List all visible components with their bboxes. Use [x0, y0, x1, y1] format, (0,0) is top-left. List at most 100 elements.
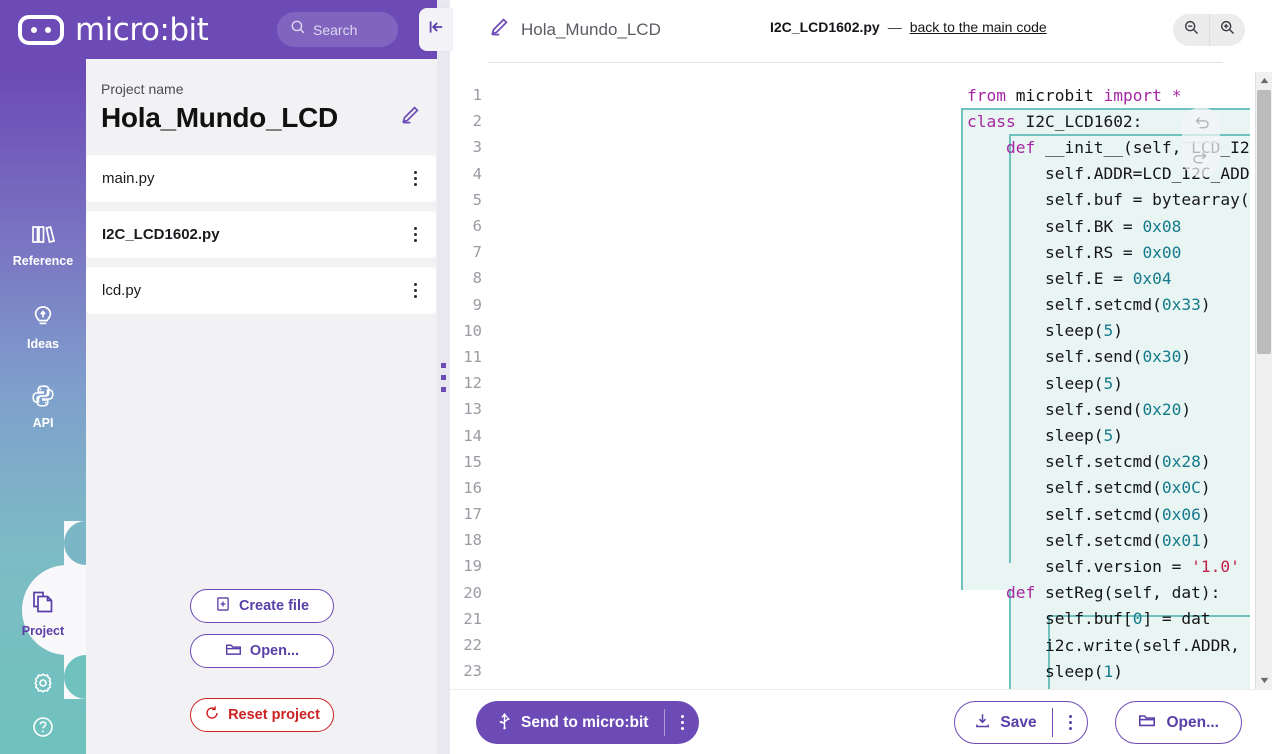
code-text: sleep(5)	[967, 426, 1123, 446]
code-text: self.setcmd(0x28)	[967, 452, 1211, 472]
code-line[interactable]: 8 self.E = 0x04	[440, 265, 1250, 291]
code-line[interactable]: 13 self.send(0x20)	[440, 396, 1250, 422]
button-label: Open...	[249, 643, 300, 659]
collapse-left-icon	[426, 18, 446, 41]
code-line[interactable]: 2 class I2C_LCD1602:	[440, 108, 1250, 134]
code-line[interactable]: 21 self.buf[0] = dat	[440, 606, 1250, 632]
code-text: self.setcmd(0x33)	[967, 295, 1211, 315]
microbit-python-editor: Reference Ideas API Project Project name…	[0, 0, 1282, 754]
code-text: self.RS = 0x00	[967, 242, 1182, 262]
code-text: def setReg(self, dat):	[1005, 583, 1221, 603]
code-line[interactable]: 20 def setReg(self, dat):	[440, 580, 1250, 606]
code-line[interactable]: 16 self.setcmd(0x0C)	[440, 475, 1250, 501]
code-line[interactable]: 10 sleep(5)	[440, 318, 1250, 344]
breadcrumb-separator: —	[887, 19, 902, 35]
pencil-icon[interactable]	[488, 16, 510, 43]
kebab-menu-icon[interactable]	[402, 276, 428, 306]
settings-button[interactable]	[0, 671, 86, 698]
reset-project-button[interactable]: Reset project	[190, 698, 334, 732]
code-line[interactable]: 15 self.setcmd(0x28)	[440, 449, 1250, 475]
editor-column: Hola_Mundo_LCD I2C_LCD1602.py — back to …	[440, 0, 1272, 754]
file-name: I2C_LCD1602.py	[102, 226, 220, 243]
code-text: self.send(0x20)	[967, 399, 1192, 419]
redo-button[interactable]	[1182, 142, 1220, 177]
open-label: Open...	[1166, 713, 1219, 731]
code-line[interactable]: 22 i2c.write(self.ADDR, self.buf)	[440, 632, 1250, 658]
list-item[interactable]: main.py	[86, 155, 436, 202]
search-placeholder: Search	[313, 21, 358, 38]
code-text: self.setcmd(0x01)	[967, 530, 1211, 550]
editor-scrollbar[interactable]	[1255, 72, 1272, 689]
button-label: Create file	[238, 598, 310, 614]
undo-button[interactable]	[1182, 107, 1220, 142]
download-icon	[974, 712, 991, 734]
sidebar-item-project[interactable]: Project	[0, 589, 86, 638]
sidebar-item-label: Reference	[12, 254, 74, 268]
code-line[interactable]: 5 self.buf = bytearray(1)	[440, 187, 1250, 213]
code-text: self.send(0x30)	[967, 347, 1192, 367]
open-button[interactable]: Open...	[1115, 701, 1242, 744]
sidebar-item-reference[interactable]: Reference	[0, 223, 86, 268]
collapse-sidebar-button[interactable]	[419, 8, 453, 51]
kebab-menu-icon[interactable]	[402, 220, 428, 250]
code-line[interactable]: 19 self.version = '1.0'	[440, 553, 1250, 579]
edit-project-name-button[interactable]	[395, 100, 425, 135]
editor-open-file: I2C_LCD1602.py	[770, 19, 880, 35]
brand-name: micro:bit	[75, 11, 209, 48]
file-list: main.py I2C_LCD1602.py lcd.py	[86, 155, 440, 323]
zoom-out-button[interactable]	[1173, 14, 1209, 46]
code-line[interactable]: 14 sleep(5)	[440, 422, 1250, 448]
code-line[interactable]: 4 self.ADDR=LCD_I2C_ADDR	[440, 161, 1250, 187]
list-item[interactable]: I2C_LCD1602.py	[86, 211, 436, 258]
project-name-value: Hola_Mundo_LCD	[101, 101, 338, 133]
send-options-button[interactable]	[665, 701, 699, 744]
project-name-label: Project name	[101, 81, 184, 97]
undo-redo-controls	[1182, 107, 1220, 177]
code-text: class I2C_LCD1602:	[967, 111, 1143, 131]
kebab-menu-icon	[1068, 715, 1072, 730]
editor-toolbar: Send to micro:bit Save Open...	[440, 689, 1272, 754]
help-button[interactable]	[0, 715, 86, 742]
code-lines: 1 from microbit import * 2 class I2C_LCD160…	[440, 72, 1250, 689]
save-button[interactable]: Save	[955, 702, 1051, 743]
scroll-up-arrow-icon[interactable]	[1256, 72, 1273, 89]
sidebar-item-api[interactable]: API	[0, 383, 86, 430]
code-line[interactable]: 9 self.setcmd(0x33)	[440, 292, 1250, 318]
send-to-microbit-button[interactable]: Send to micro:bit	[476, 701, 664, 744]
sidebar-item-ideas[interactable]: Ideas	[0, 304, 86, 351]
code-editor[interactable]: 1 from microbit import * 2 class I2C_LCD160…	[440, 72, 1250, 689]
code-line[interactable]: 17 self.setcmd(0x06)	[440, 501, 1250, 527]
back-to-main-code-link[interactable]: back to the main code	[910, 19, 1047, 35]
code-line[interactable]: 23 sleep(1)	[440, 658, 1250, 684]
code-line[interactable]: 7 self.RS = 0x00	[440, 239, 1250, 265]
code-line[interactable]: 11 self.send(0x30)	[440, 344, 1250, 370]
panel-drag-handle[interactable]	[437, 0, 450, 754]
list-item[interactable]: lcd.py	[86, 267, 436, 314]
header-divider	[488, 62, 1223, 63]
code-text: self.setcmd(0x06)	[967, 504, 1211, 524]
logo-eye-left	[31, 26, 37, 33]
code-line[interactable]: 1 from microbit import *	[440, 82, 1250, 108]
code-text: self.BK = 0x08	[967, 216, 1182, 236]
code-line[interactable]: 18 self.setcmd(0x01)	[440, 527, 1250, 553]
project-name-row: Hola_Mundo_LCD	[101, 100, 425, 135]
sidebar-item-label: Project	[21, 624, 65, 638]
code-text: self.E = 0x04	[967, 268, 1172, 288]
search-input[interactable]: Search	[277, 12, 398, 47]
create-file-button[interactable]: Create file	[190, 589, 334, 623]
scrollbar-thumb[interactable]	[1257, 90, 1271, 354]
zoom-in-button[interactable]	[1209, 14, 1245, 46]
save-options-button[interactable]	[1053, 702, 1087, 743]
python-icon	[30, 383, 56, 412]
sidebar-item-label: API	[32, 416, 54, 430]
microbit-face-icon	[18, 14, 64, 45]
code-line[interactable]: 6 self.BK = 0x08	[440, 213, 1250, 239]
undo-icon	[1192, 114, 1210, 136]
code-line[interactable]: 3 def __init__(self, LCD_I2C_ADDR):	[440, 134, 1250, 160]
kebab-menu-icon[interactable]	[402, 164, 428, 194]
scroll-down-arrow-icon[interactable]	[1256, 672, 1273, 689]
send-label: Send to micro:bit	[521, 713, 649, 731]
code-text: sleep(5)	[967, 321, 1123, 341]
open-project-button[interactable]: Open...	[190, 634, 334, 668]
code-line[interactable]: 12 sleep(5)	[440, 370, 1250, 396]
